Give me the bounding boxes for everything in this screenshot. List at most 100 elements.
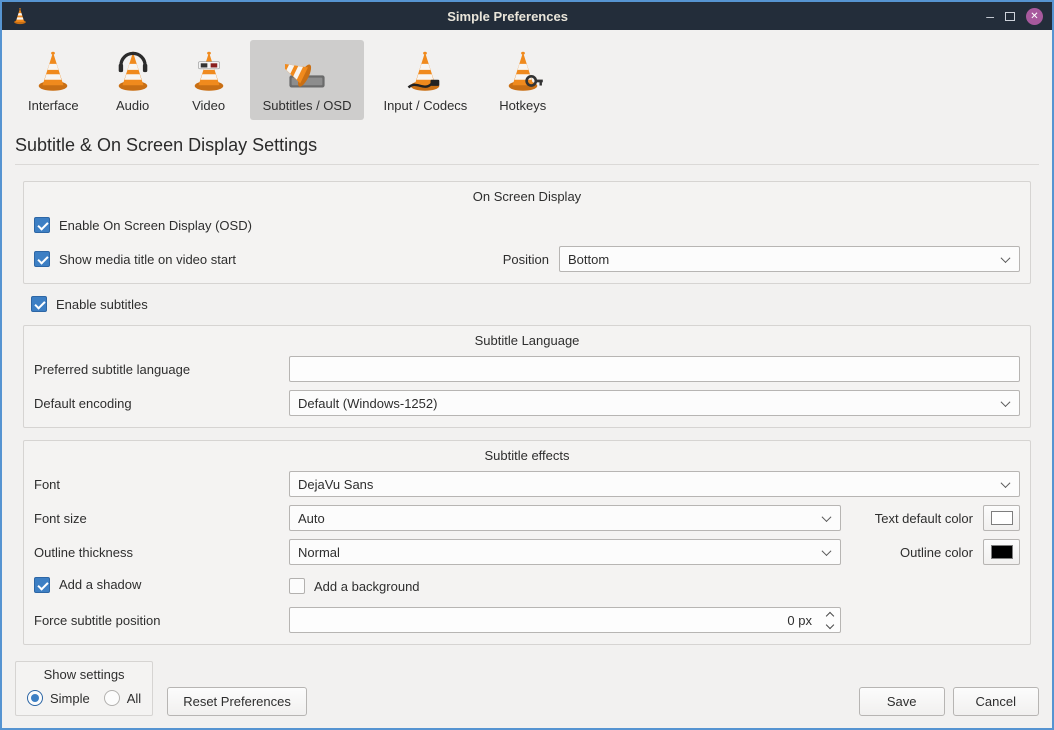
spinner-arrows[interactable]	[820, 608, 840, 632]
subtitle-effects-group: Subtitle effects Font DejaVu Sans Font s…	[23, 440, 1031, 645]
tab-label: Hotkeys	[499, 98, 546, 113]
checkbox-label: Add a background	[314, 579, 420, 594]
preferences-content: Subtitle & On Screen Display Settings On…	[2, 122, 1052, 661]
tab-hotkeys[interactable]: Hotkeys	[486, 40, 559, 120]
window-title: Simple Preferences	[29, 9, 986, 24]
radio-all[interactable]: All	[104, 690, 141, 706]
preferred-language-row: Preferred subtitle language	[34, 356, 1020, 382]
tab-video[interactable]: Video	[174, 40, 244, 120]
show-settings-options: Simple All	[27, 690, 141, 706]
font-label: Font	[34, 477, 289, 492]
audio-headphones-icon	[111, 49, 155, 93]
outline-color-label: Outline color	[900, 545, 983, 560]
spin-up-icon[interactable]	[826, 611, 834, 619]
force-position-row: Force subtitle position 0 px	[34, 607, 1020, 633]
show-settings-title: Show settings	[27, 667, 141, 682]
force-position-value: 0 px	[290, 613, 820, 628]
checkbox-label: Enable On Screen Display (OSD)	[59, 218, 252, 233]
footer-bar: Show settings Simple All Reset Preferenc…	[2, 661, 1052, 728]
preferred-language-input[interactable]	[289, 356, 1020, 382]
force-position-spinbox[interactable]: 0 px	[289, 607, 841, 633]
chevron-down-icon	[1001, 397, 1011, 407]
font-row: Font DejaVu Sans	[34, 471, 1020, 497]
checkbox-box[interactable]	[34, 217, 50, 233]
tab-input-codecs[interactable]: Input / Codecs	[370, 40, 480, 120]
checkbox-label: Show media title on video start	[59, 252, 236, 267]
enable-osd-row: Enable On Screen Display (OSD)	[34, 212, 1020, 238]
chevron-down-icon	[822, 512, 832, 522]
text-default-color-button[interactable]	[983, 505, 1020, 531]
checkbox-label: Add a shadow	[59, 577, 141, 592]
cancel-button[interactable]: Cancel	[953, 687, 1039, 716]
title-divider	[15, 164, 1039, 165]
default-encoding-select[interactable]: Default (Windows-1252)	[289, 390, 1020, 416]
video-cone-icon	[187, 49, 231, 93]
add-shadow-cell: Add a shadow	[34, 577, 289, 596]
checkbox-box[interactable]	[289, 578, 305, 594]
checkbox-box[interactable]	[31, 296, 47, 312]
checkbox-box[interactable]	[34, 251, 50, 267]
tab-label: Audio	[116, 98, 149, 113]
tab-audio[interactable]: Audio	[98, 40, 168, 120]
position-value: Bottom	[568, 252, 994, 267]
enable-subtitles-checkbox[interactable]: Enable subtitles	[31, 296, 148, 312]
radio-label: Simple	[50, 691, 90, 706]
chevron-down-icon	[1001, 253, 1011, 263]
font-select[interactable]: DejaVu Sans	[289, 471, 1020, 497]
media-title-row: Show media title on video start Position…	[34, 246, 1020, 272]
tab-label: Interface	[28, 98, 79, 113]
spin-down-icon[interactable]	[826, 620, 834, 628]
shadow-background-row: Add a shadow Add a background	[34, 573, 1020, 599]
page-title: Subtitle & On Screen Display Settings	[15, 135, 1039, 156]
tab-label: Video	[192, 98, 225, 113]
font-size-label: Font size	[34, 511, 289, 526]
tab-subtitles-osd[interactable]: Subtitles / OSD	[250, 40, 365, 120]
outline-color-button[interactable]	[983, 539, 1020, 565]
close-button[interactable]: ✕	[1026, 8, 1043, 25]
outline-color-swatch	[991, 545, 1013, 559]
text-color-swatch	[991, 511, 1013, 525]
minimize-button[interactable]: –	[986, 9, 994, 23]
chevron-down-icon	[1001, 478, 1011, 488]
chevron-down-icon	[822, 546, 832, 556]
reset-preferences-button[interactable]: Reset Preferences	[167, 687, 307, 716]
radio-circle[interactable]	[27, 690, 43, 706]
preferences-toolbar: Interface Audio Video	[2, 30, 1052, 122]
tab-interface[interactable]: Interface	[15, 40, 92, 120]
outline-thickness-label: Outline thickness	[34, 545, 289, 560]
enable-subtitles-row: Enable subtitles	[31, 296, 1039, 315]
encoding-value: Default (Windows-1252)	[298, 396, 994, 411]
force-position-label: Force subtitle position	[34, 613, 289, 628]
default-encoding-row: Default encoding Default (Windows-1252)	[34, 390, 1020, 416]
radio-circle[interactable]	[104, 690, 120, 706]
show-media-title-checkbox[interactable]: Show media title on video start	[34, 251, 236, 267]
hotkeys-icon	[501, 49, 545, 93]
window-controls: – ✕	[986, 8, 1043, 25]
font-value: DejaVu Sans	[298, 477, 994, 492]
font-size-select[interactable]: Auto	[289, 505, 841, 531]
radio-simple[interactable]: Simple	[27, 690, 90, 706]
vlc-app-icon	[11, 7, 29, 25]
add-background-checkbox[interactable]: Add a background	[289, 578, 420, 594]
checkbox-box[interactable]	[34, 577, 50, 593]
tab-label: Input / Codecs	[383, 98, 467, 113]
osd-group-title: On Screen Display	[34, 189, 1020, 204]
font-size-value: Auto	[298, 511, 815, 526]
add-shadow-checkbox[interactable]: Add a shadow	[34, 577, 141, 593]
enable-osd-checkbox[interactable]: Enable On Screen Display (OSD)	[34, 217, 252, 233]
osd-group: On Screen Display Enable On Screen Displ…	[23, 181, 1031, 284]
outline-thickness-row: Outline thickness Normal Outline color	[34, 539, 1020, 565]
checkbox-label: Enable subtitles	[56, 297, 148, 312]
save-button[interactable]: Save	[859, 687, 945, 716]
restore-icon[interactable]	[1005, 12, 1015, 21]
simple-preferences-window: Simple Preferences – ✕ Interface Audio	[0, 0, 1054, 730]
position-select[interactable]: Bottom	[559, 246, 1020, 272]
interface-cone-icon	[31, 49, 75, 93]
outline-thickness-select[interactable]: Normal	[289, 539, 841, 565]
default-encoding-label: Default encoding	[34, 396, 289, 411]
subtitle-language-group: Subtitle Language Preferred subtitle lan…	[23, 325, 1031, 428]
position-label: Position	[503, 252, 559, 267]
subtitles-osd-icon	[285, 49, 329, 93]
tab-label: Subtitles / OSD	[263, 98, 352, 113]
titlebar: Simple Preferences – ✕	[2, 2, 1052, 30]
